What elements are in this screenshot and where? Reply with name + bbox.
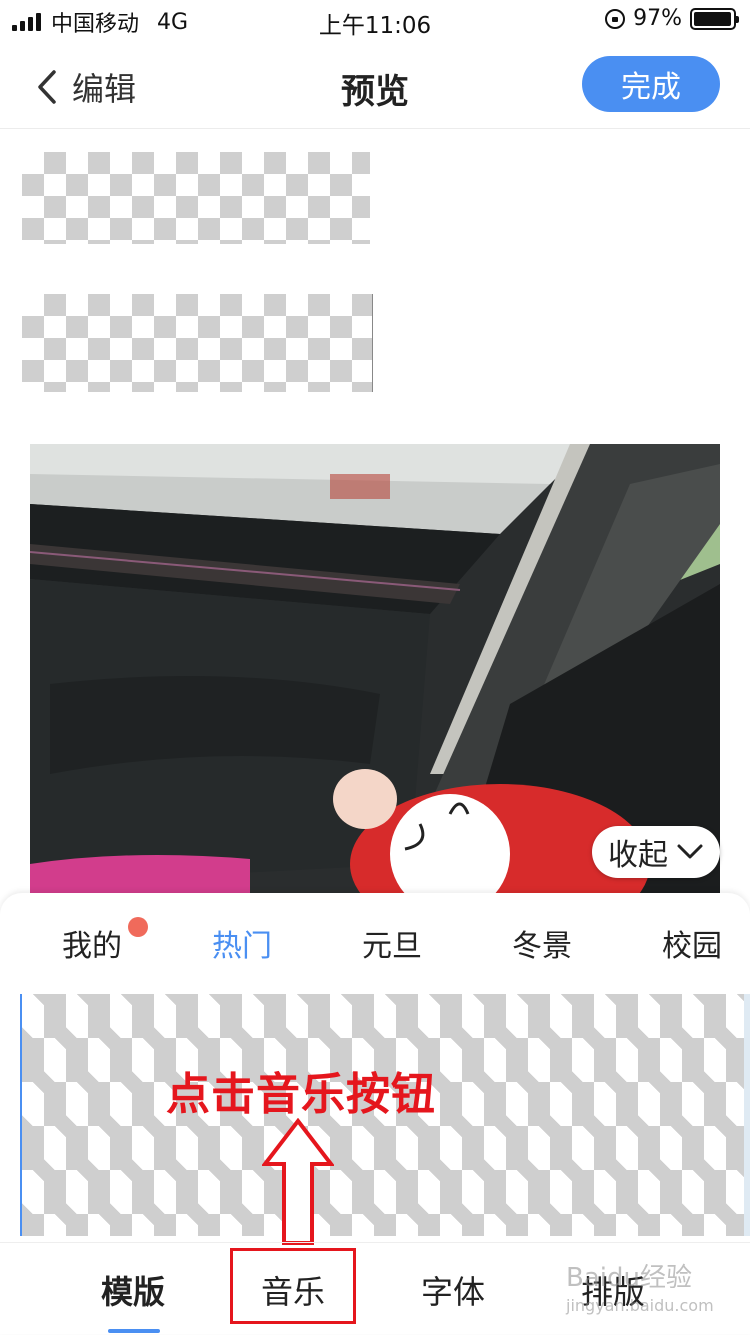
- toolbar-font-label: 字体: [421, 1273, 486, 1311]
- collapse-label: 收起: [608, 838, 668, 873]
- new-badge: [128, 917, 148, 937]
- collapse-button[interactable]: 收起: [592, 826, 720, 878]
- tab-winter[interactable]: 冬景: [512, 921, 572, 965]
- watermark-brand: Baidu经验: [566, 1263, 692, 1293]
- tab-mine[interactable]: 我的: [62, 921, 122, 965]
- image-placeholder-2: [22, 294, 373, 392]
- done-button[interactable]: 完成: [582, 56, 720, 112]
- status-bar: 中国移动 4G 上午11:06 97%: [0, 0, 750, 40]
- annotation-text: 点击音乐按钮: [166, 1069, 436, 1120]
- rotation-lock-icon: [605, 8, 626, 29]
- next-template-thumbnail[interactable]: [744, 994, 750, 1236]
- watermark-url: jingyan.baidu.com: [566, 1295, 714, 1315]
- toolbar-template[interactable]: 模版: [101, 1267, 165, 1313]
- image-placeholder-1: [22, 152, 370, 244]
- watermark: Baidu经验 jingyan.baidu.com: [566, 1262, 714, 1317]
- nav-bar: 编辑 预览 完成: [0, 40, 750, 129]
- tab-campus[interactable]: 校园: [662, 921, 722, 965]
- toolbar-font[interactable]: 字体: [421, 1267, 485, 1313]
- tab-mine-label: 我的: [62, 929, 122, 964]
- active-tab-indicator: [108, 1329, 160, 1333]
- category-tabs: 我的 热门 元旦 冬景 校园: [0, 917, 750, 971]
- battery-percent: 97%: [633, 6, 682, 31]
- tab-campus-label: 校园: [662, 929, 722, 964]
- status-right: 97%: [605, 6, 739, 31]
- chevron-down-icon: [677, 844, 703, 859]
- annotation-arrow-icon: [262, 1118, 334, 1245]
- music-highlight-box: [230, 1248, 356, 1324]
- tab-new-year[interactable]: 元旦: [362, 921, 422, 965]
- tab-new-year-label: 元旦: [362, 929, 422, 964]
- tab-winter-label: 冬景: [512, 929, 572, 964]
- toolbar-template-label: 模版: [101, 1273, 166, 1311]
- tab-hot[interactable]: 热门: [212, 921, 272, 965]
- tab-hot-label: 热门: [212, 929, 272, 964]
- battery-icon: [690, 7, 739, 30]
